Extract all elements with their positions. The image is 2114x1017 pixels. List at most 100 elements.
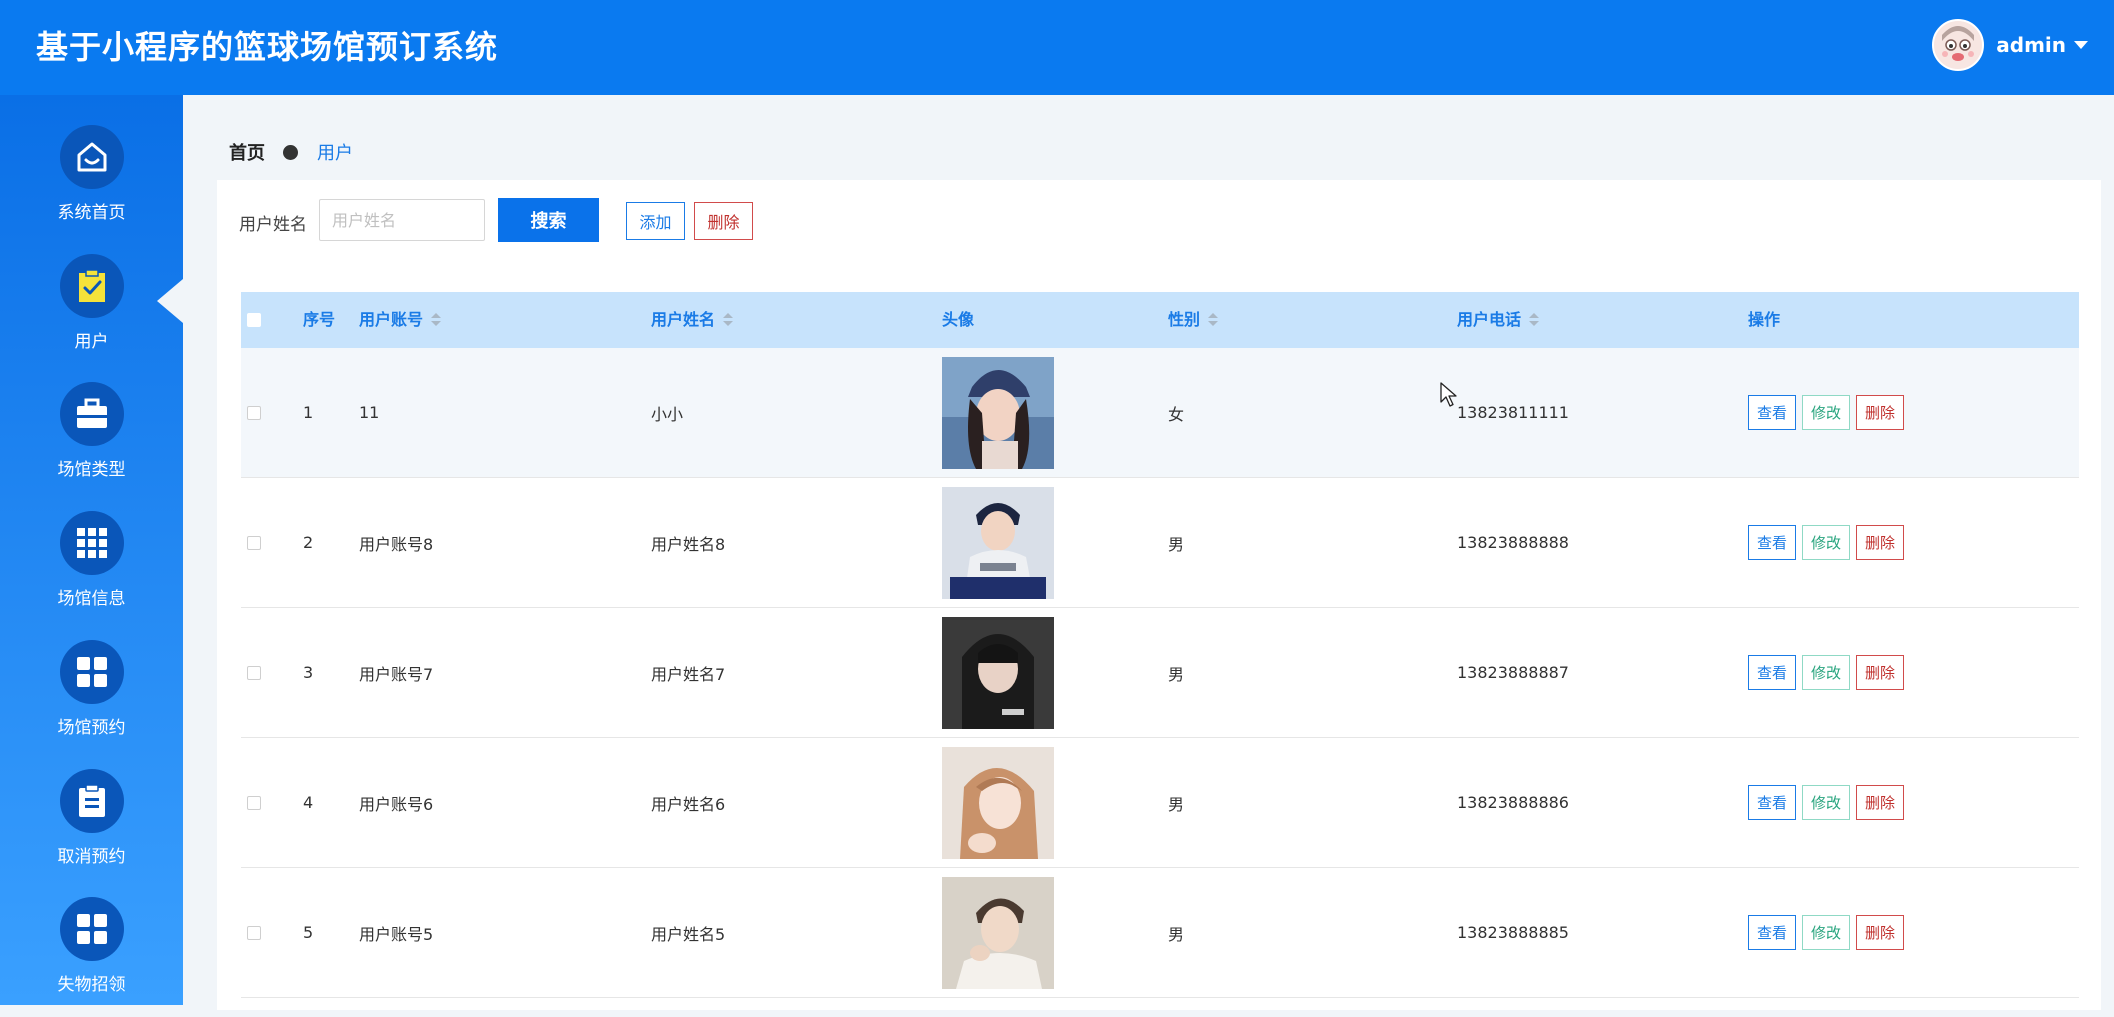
edit-button[interactable]: 修改 [1802,655,1851,690]
user-photo[interactable] [942,356,1054,469]
edit-button[interactable]: 修改 [1802,395,1851,430]
row-checkbox[interactable] [247,405,261,420]
view-button[interactable]: 查看 [1748,655,1797,690]
delete-row-button[interactable]: 删除 [1856,785,1905,820]
select-all-checkbox[interactable] [247,313,261,327]
clipboard-list-icon [59,769,124,833]
header-phone[interactable]: 用户电话 [1457,292,1540,348]
row-checkbox[interactable] [247,535,261,550]
sidebar-item-lost-found[interactable]: 失物招领 [0,897,183,1017]
cell-index: 4 [303,793,314,812]
cell-account: 用户账号7 [359,664,434,684]
user-photo[interactable] [942,746,1054,859]
header-actions: 操作 [1748,310,1781,329]
delete-button[interactable]: 删除 [694,202,753,240]
mouse-cursor-icon [1440,382,1458,412]
view-button[interactable]: 查看 [1748,785,1797,820]
sidebar: 系统首页 用户 场馆类型 场馆信息 场馆预约 取消预约 失物招领 [0,95,183,1005]
user-photo[interactable] [942,486,1054,599]
cell-phone: 13823888886 [1457,793,1569,812]
row-checkbox[interactable] [247,665,261,680]
cell-account: 用户账号8 [359,534,434,554]
breadcrumb-home[interactable]: 首页 [229,139,265,165]
row-checkbox[interactable] [247,925,261,940]
sort-icon[interactable] [1529,313,1540,327]
table-header: 序号 用户账号 用户姓名 头像 性别 用户电话 操作 [241,292,2079,348]
top-bar: 基于小程序的篮球场馆预订系统 admin [0,0,2114,95]
sidebar-item-home[interactable]: 系统首页 [0,125,183,245]
app-title: 基于小程序的篮球场馆预订系统 [36,28,499,66]
delete-row-button[interactable]: 删除 [1856,915,1905,950]
delete-row-button[interactable]: 删除 [1856,525,1905,560]
cell-index: 5 [303,923,314,942]
users-table: 序号 用户账号 用户姓名 头像 性别 用户电话 操作 1 11 小小 女 138… [241,292,2079,998]
table-row[interactable]: 4 用户账号6 用户姓名6 男 13823888886 查看 修改 删除 [241,738,2079,868]
cell-name: 小小 [651,404,684,424]
search-button[interactable]: 搜索 [498,198,599,242]
username[interactable]: admin [1996,33,2066,57]
search-input[interactable] [319,199,485,241]
cell-account: 用户账号6 [359,794,434,814]
table-row[interactable]: 3 用户账号7 用户姓名7 男 13823888887 查看 修改 删除 [241,608,2079,738]
grid-four-icon [59,897,124,961]
sort-icon[interactable] [1208,313,1219,327]
sort-icon[interactable] [431,313,442,327]
edit-button[interactable]: 修改 [1802,525,1851,560]
header-gender[interactable]: 性别 [1168,292,1219,348]
sidebar-item-venue-booking[interactable]: 场馆预约 [0,640,183,760]
cell-actions: 查看 修改 删除 [1748,608,1910,737]
delete-row-button[interactable]: 删除 [1856,395,1905,430]
sidebar-item-venue-info[interactable]: 场馆信息 [0,511,183,631]
sidebar-item-venue-type[interactable]: 场馆类型 [0,382,183,502]
user-photo[interactable] [942,616,1054,729]
cell-gender: 男 [1168,534,1185,554]
briefcase-icon [59,382,124,446]
grid-four-icon [59,640,124,704]
cell-phone: 13823888887 [1457,663,1569,682]
sidebar-item-label: 取消预约 [57,847,126,867]
edit-button[interactable]: 修改 [1802,915,1851,950]
table-row[interactable]: 5 用户账号5 用户姓名5 男 13823888885 查看 修改 删除 [241,868,2079,998]
table-row[interactable]: 1 11 小小 女 13823811111 查看 修改 删除 [241,348,2079,478]
delete-row-button[interactable]: 删除 [1856,655,1905,690]
cell-phone: 13823888888 [1457,533,1569,552]
table-row[interactable]: 2 用户账号8 用户姓名8 男 13823888888 查看 修改 删除 [241,478,2079,608]
cell-index: 3 [303,663,314,682]
select-all-cell [247,292,261,348]
header-index: 序号 [303,310,336,329]
cell-name: 用户姓名6 [651,794,726,814]
sidebar-item-users[interactable]: 用户 [0,254,183,374]
cell-gender: 男 [1168,664,1185,684]
edit-button[interactable]: 修改 [1802,785,1851,820]
view-button[interactable]: 查看 [1748,395,1797,430]
active-indicator [157,279,183,323]
user-menu[interactable]: admin [1932,19,2088,71]
add-button[interactable]: 添加 [626,202,685,240]
search-label: 用户姓名 [239,215,307,235]
cell-name: 用户姓名5 [651,924,726,944]
row-checkbox[interactable] [247,795,261,810]
user-photo[interactable] [942,876,1054,989]
sidebar-item-label: 用户 [74,332,109,352]
home-icon [59,125,124,189]
cell-phone: 13823811111 [1457,403,1569,422]
view-button[interactable]: 查看 [1748,525,1797,560]
cell-account: 用户账号5 [359,924,434,944]
user-avatar[interactable] [1932,19,1985,71]
header-name[interactable]: 用户姓名 [651,292,734,348]
sidebar-item-label: 场馆类型 [57,460,126,480]
sort-icon[interactable] [723,313,734,327]
view-button[interactable]: 查看 [1748,915,1797,950]
breadcrumb-current: 用户 [317,143,353,164]
grid-nine-icon [59,511,124,575]
sidebar-item-cancel-booking[interactable]: 取消预约 [0,769,183,889]
cell-actions: 查看 修改 删除 [1748,478,1910,607]
breadcrumb-separator [283,144,298,160]
cell-index: 2 [303,533,314,552]
chevron-down-icon[interactable] [2074,41,2088,49]
cell-index: 1 [303,403,314,422]
cell-name: 用户姓名8 [651,534,726,554]
breadcrumb: 首页 用户 [229,139,353,165]
header-account[interactable]: 用户账号 [359,292,442,348]
header-avatar: 头像 [942,310,975,329]
